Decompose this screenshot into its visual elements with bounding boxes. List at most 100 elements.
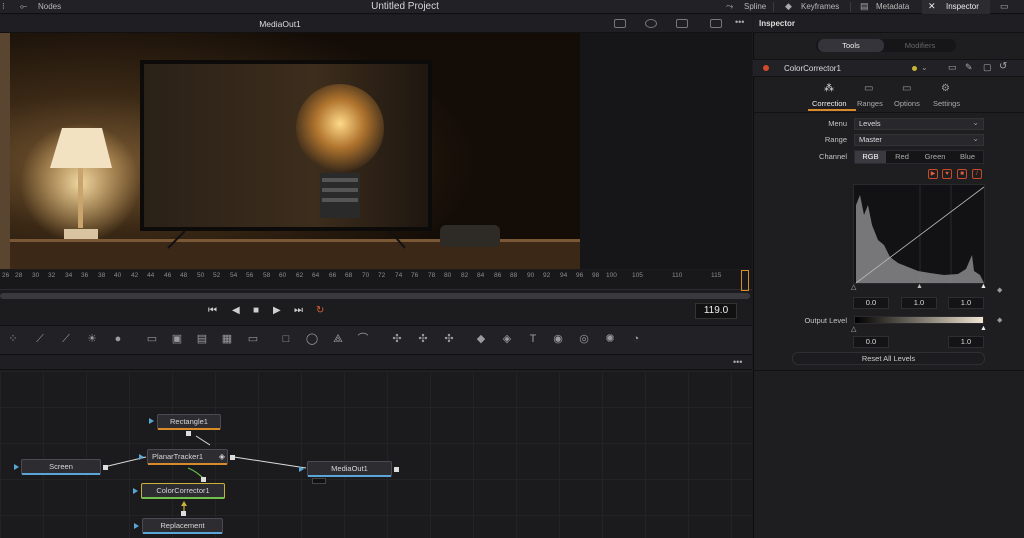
node-output-port[interactable] (181, 511, 186, 516)
input-black-field[interactable]: 0.0 (853, 297, 889, 309)
channel-green[interactable]: Green (918, 151, 952, 163)
metadata-icon[interactable]: ▤ (860, 1, 869, 12)
modifiers-tab[interactable]: Modifiers (886, 39, 954, 52)
light-tool-icon[interactable]: ☀ (85, 332, 99, 346)
output-black-field[interactable]: 0.0 (853, 336, 889, 348)
polygon-tool-icon[interactable]: ⟁ (331, 332, 345, 346)
chevron-down-icon[interactable]: ⌄ (921, 63, 928, 72)
keyframe-diamond-icon[interactable]: ◆ (997, 316, 1002, 324)
output-black-handle[interactable]: △ (851, 325, 856, 333)
viewer-canvas[interactable] (0, 33, 580, 269)
merge3d-tool-icon[interactable]: ◈ (500, 332, 514, 346)
tool-header[interactable]: ColorCorrector1 ⌄ ▭ ✎ ▢ ↺ (753, 59, 1024, 77)
bspline-tool-icon[interactable]: ⌒ (356, 332, 370, 346)
light3d-tool-icon[interactable]: ✺ (603, 332, 617, 346)
reset-all-levels-button[interactable]: Reset All Levels (792, 352, 985, 365)
node-replacement[interactable]: Replacement (142, 518, 223, 534)
color-picker-icon[interactable] (645, 19, 657, 28)
reset-icon[interactable]: ↺ (999, 61, 1007, 72)
planar-tool-icon[interactable]: ✣ (416, 332, 430, 346)
node-output-port[interactable] (230, 455, 235, 460)
node-output-port[interactable] (103, 465, 108, 470)
menu-dropdown[interactable]: Levels ⌄ (854, 118, 984, 130)
node-screen[interactable]: Screen (21, 459, 101, 475)
tools-tab[interactable]: Tools (818, 39, 884, 52)
particles-tool-icon[interactable]: ⁘ (6, 332, 20, 346)
loop-icon[interactable]: ↻ (316, 305, 324, 316)
image-plane-tool-icon[interactable]: ◔ (629, 332, 643, 346)
more-icon[interactable]: ••• (733, 357, 742, 367)
input-white-field[interactable]: 1.0 (948, 297, 984, 309)
keyframe-diamond-icon[interactable]: ◆ (997, 286, 1002, 294)
histogram-heart-icon[interactable]: ♥ (942, 169, 952, 179)
tab-ranges[interactable]: ▭ Ranges (857, 81, 887, 111)
node-editor[interactable]: Rectangle1 Screen PlanarTracker1 ◈ Media… (0, 371, 752, 538)
node-rectangle[interactable]: Rectangle1 (157, 414, 221, 430)
output-white-handle[interactable]: ▲ (980, 325, 987, 332)
channel-tool-icon[interactable]: ▣ (170, 332, 184, 346)
split-view-icon[interactable] (710, 19, 722, 28)
node-mediaout[interactable]: MediaOut1 (307, 461, 392, 477)
drop-tool-icon[interactable]: ● (111, 332, 125, 346)
media-tool-icon[interactable]: ▤ (195, 332, 209, 346)
ellipse-tool-icon[interactable]: ◯ (305, 332, 319, 346)
histogram-stop-icon[interactable]: ■ (957, 169, 967, 179)
current-frame-field[interactable]: 119.0 (695, 303, 737, 319)
inspector-tab[interactable]: ✕ Inspector (922, 0, 990, 14)
merge-tool-icon[interactable]: ▭ (145, 332, 159, 346)
view-options-icon[interactable] (614, 19, 626, 28)
tab-settings[interactable]: ⚙ Settings (931, 81, 965, 111)
timeline-ruler[interactable]: 26 28 30 32 34 36 38 40 42 44 46 48 50 5… (0, 270, 752, 290)
keyframes-tab-label[interactable]: Keyframes (801, 0, 839, 14)
tab-options[interactable]: ▭ Options (893, 81, 923, 111)
go-to-end-icon[interactable]: ⏭ (294, 305, 303, 316)
node-colorcorrector[interactable]: ColorCorrector1 (141, 483, 225, 499)
spline-tab-label[interactable]: Spline (744, 0, 766, 14)
scrub-bar[interactable] (0, 293, 750, 299)
more-icon[interactable]: ••• (735, 17, 744, 27)
play-icon[interactable]: ▶ (273, 305, 281, 316)
text3d-tool-icon[interactable]: T (526, 332, 540, 346)
playhead[interactable] (741, 270, 749, 291)
histogram-play-icon[interactable]: ▶ (928, 169, 938, 179)
range-dropdown[interactable]: Master ⌄ (854, 134, 984, 146)
histogram-edit-icon[interactable]: / (972, 169, 982, 179)
camera-tracker-tool-icon[interactable]: ✣ (442, 332, 456, 346)
output-white-field[interactable]: 1.0 (948, 336, 984, 348)
color-tag-icon[interactable] (912, 66, 917, 71)
white-point-handle[interactable]: ▲ (980, 283, 987, 290)
channel-blue[interactable]: Blue (952, 151, 983, 163)
tool-enable-icon[interactable] (763, 65, 769, 71)
channel-rgb[interactable]: RGB (855, 151, 886, 163)
go-to-start-icon[interactable]: ⏮ (208, 305, 217, 316)
node-output-port[interactable] (186, 431, 191, 436)
grid-icon[interactable] (676, 19, 688, 28)
brush-tool-icon[interactable]: ⟋ (33, 332, 47, 346)
gamma-handle[interactable]: ▲ (916, 283, 923, 290)
node-planartracker[interactable]: PlanarTracker1 ◈ (147, 449, 228, 465)
pin-icon[interactable]: ✎ (965, 62, 973, 73)
camera3d-tool-icon[interactable]: ◉ (551, 332, 565, 346)
node-output-port[interactable] (201, 477, 206, 482)
stop-icon[interactable]: ■ (253, 305, 259, 316)
renderer3d-tool-icon[interactable]: ◎ (577, 332, 591, 346)
rectangle-tool-icon[interactable]: □ (279, 332, 293, 346)
metadata-tab-label[interactable]: Metadata (876, 0, 909, 14)
node-output-port[interactable] (394, 467, 399, 472)
levels-histogram[interactable] (853, 184, 985, 284)
spline-icon[interactable]: ⤳ (726, 1, 733, 12)
shape3d-tool-icon[interactable]: ◆ (474, 332, 488, 346)
black-point-handle[interactable]: △ (851, 283, 856, 291)
transform-tool-icon[interactable]: ▦ (220, 332, 234, 346)
tab-correction[interactable]: ⁂ Correction (808, 81, 856, 111)
input-gamma-field[interactable]: 1.0 (901, 297, 937, 309)
monitor-icon[interactable]: ▭ (1000, 1, 1009, 12)
output-level-gradient[interactable] (854, 316, 984, 324)
lock-icon[interactable]: ▢ (983, 62, 992, 73)
versions-icon[interactable]: ▭ (948, 62, 957, 73)
channel-red[interactable]: Red (886, 151, 918, 163)
tracker-tool-icon[interactable]: ✣ (390, 332, 404, 346)
paint-tool-icon[interactable]: ⟋ (59, 332, 73, 346)
play-reverse-icon[interactable]: ◀ (232, 305, 240, 316)
keyframes-icon[interactable]: ◆ (785, 1, 792, 12)
